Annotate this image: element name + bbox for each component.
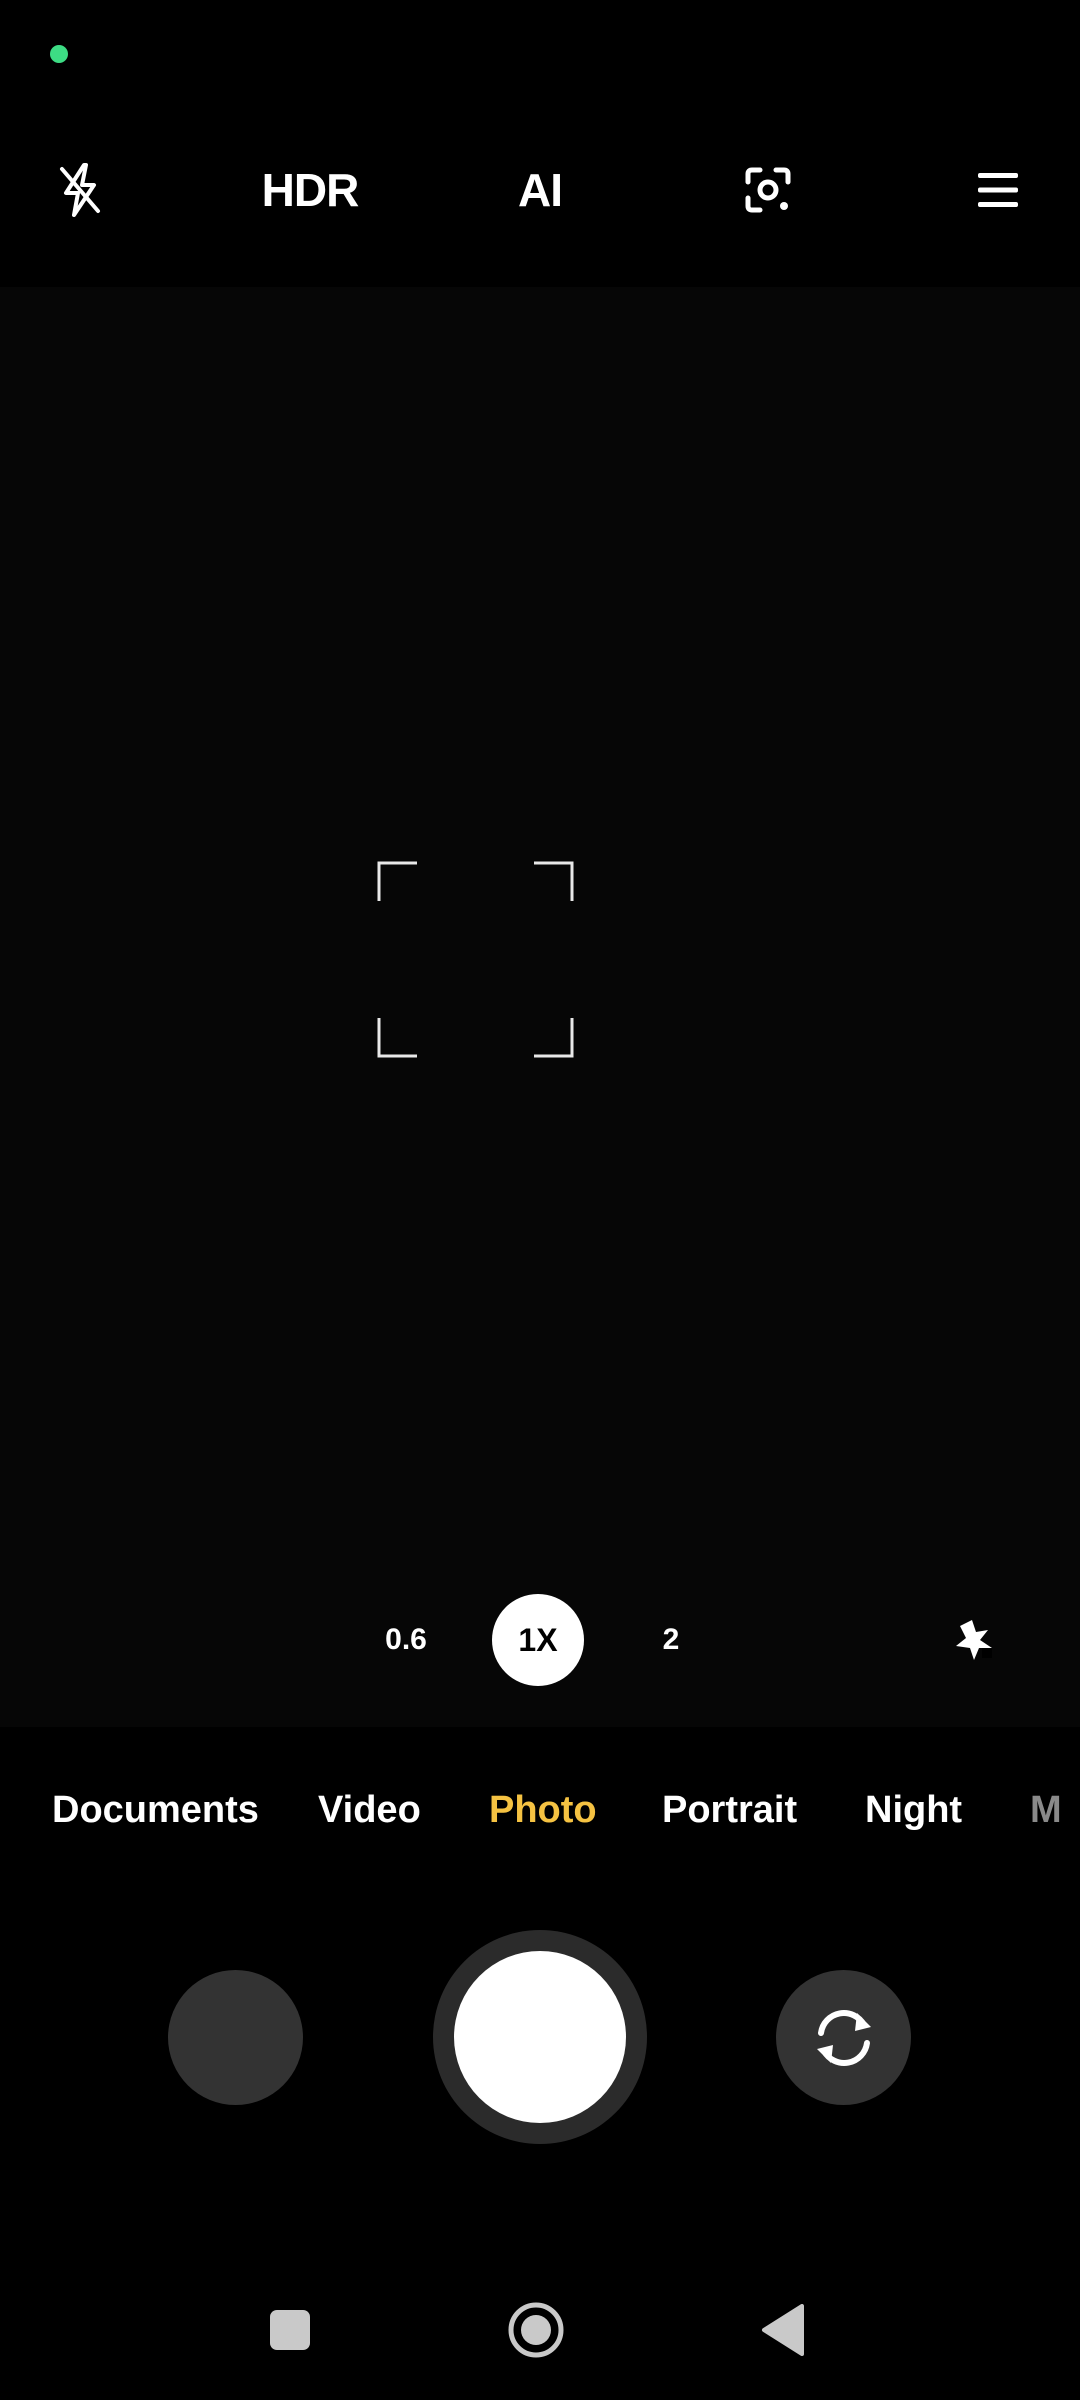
hdr-label: HDR: [261, 164, 360, 216]
zoom-option-0-6[interactable]: 0.6: [360, 1594, 452, 1686]
sparkle-icon: [956, 1620, 992, 1660]
zoom-option-2[interactable]: 2: [625, 1594, 717, 1686]
flip-camera-button[interactable]: [776, 1970, 911, 2105]
flash-button[interactable]: [40, 120, 120, 260]
ai-button[interactable]: AI: [490, 120, 590, 260]
mode-video[interactable]: Video: [318, 1770, 421, 1850]
camera-top-toolbar: HDR AI: [0, 120, 1080, 260]
mode-portrait[interactable]: Portrait: [662, 1770, 797, 1850]
mode-documents[interactable]: Documents: [52, 1770, 259, 1850]
nav-recents-button[interactable]: [250, 2290, 330, 2370]
menu-button[interactable]: [958, 120, 1038, 260]
camera-mode-selector: Documents Video Photo Portrait Night M: [0, 1770, 1080, 1850]
mode-night[interactable]: Night: [865, 1770, 962, 1850]
shutter-icon: [454, 1951, 626, 2123]
nav-home-button[interactable]: [496, 2290, 576, 2370]
home-circle-icon: [508, 2302, 564, 2358]
focus-frame: [377, 861, 574, 1058]
google-lens-icon: [745, 167, 791, 213]
back-triangle-icon: [762, 2304, 804, 2356]
mode-more[interactable]: M: [1030, 1770, 1062, 1850]
beauty-button[interactable]: [928, 1594, 1020, 1686]
flash-off-icon: [60, 163, 100, 217]
shutter-button[interactable]: [433, 1930, 647, 2144]
google-lens-button[interactable]: [728, 120, 808, 260]
menu-icon: [978, 173, 1018, 207]
zoom-option-1x[interactable]: 1X: [492, 1594, 584, 1686]
ai-label: AI: [518, 164, 563, 216]
gallery-thumbnail[interactable]: [168, 1970, 303, 2105]
flip-camera-icon: [816, 2009, 871, 2066]
mode-photo[interactable]: Photo: [489, 1770, 597, 1850]
privacy-indicator-dot: [50, 45, 68, 63]
nav-back-button[interactable]: [743, 2290, 823, 2370]
hdr-button[interactable]: HDR: [250, 120, 370, 260]
recents-square-icon: [270, 2310, 310, 2350]
